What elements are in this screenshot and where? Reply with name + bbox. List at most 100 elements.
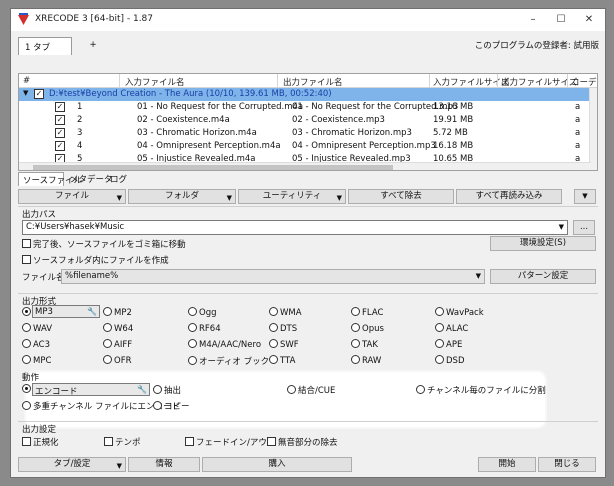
row-checkbox[interactable]: ✓	[55, 115, 65, 125]
format-radio[interactable]: WMA	[269, 307, 302, 318]
pattern-settings-button[interactable]: パターン設定	[490, 269, 596, 284]
create-in-source-checkbox[interactable]: ソースフォルダ内にファイルを作成	[22, 254, 169, 266]
table-row[interactable]: ✓ 1 01 - No Request for the Corrupted.m4…	[19, 101, 591, 114]
format-radio[interactable]: ALAC	[435, 323, 468, 334]
info-button[interactable]: 情報	[128, 457, 200, 472]
row-checkbox[interactable]: ✓	[55, 102, 65, 112]
scrollbar-thumb[interactable]	[33, 165, 393, 170]
format-radio[interactable]: AIFF	[103, 339, 132, 350]
format-radio[interactable]: SWF	[269, 339, 299, 350]
silence-removal-checkbox[interactable]: 無音部分の除去	[267, 436, 338, 448]
browse-button[interactable]: ...	[573, 220, 595, 235]
folder-menu-button[interactable]: フォルダ ▼	[128, 189, 236, 204]
format-radio[interactable]: TTA	[269, 355, 295, 366]
filename-pattern-field[interactable]: %filename% ▼	[61, 269, 485, 284]
radio-extract[interactable]: 抽出	[153, 384, 181, 396]
format-label: RF64	[199, 324, 221, 334]
format-radio[interactable]: MPC	[22, 355, 51, 366]
format-radio[interactable]: オーディオ ブック	[188, 355, 269, 367]
format-radio[interactable]: MP2	[103, 307, 132, 318]
radio-dot	[269, 339, 278, 348]
fade-checkbox[interactable]: フェードイン/アウト	[185, 436, 275, 448]
close-button[interactable]: 閉じる	[538, 457, 596, 472]
format-selected-box[interactable]: MP3 🔧	[32, 305, 100, 318]
table-row[interactable]: ✓ 3 03 - Chromatic Horizon.m4a 03 - Chro…	[19, 127, 591, 140]
format-radio[interactable]: FLAC	[351, 307, 383, 318]
format-radio[interactable]: WavPack	[435, 307, 484, 318]
reload-all-button[interactable]: すべて再読み込み	[456, 189, 562, 204]
add-tab-button[interactable]: +	[83, 37, 103, 55]
tab-settings-button[interactable]: タブ/設定 ▼	[18, 457, 126, 472]
utility-menu-button[interactable]: ユーティリティ ▼	[238, 189, 346, 204]
radio-dot	[22, 307, 31, 316]
minimize-button[interactable]: –	[519, 9, 547, 31]
more-menu-button[interactable]: ▼	[574, 189, 596, 204]
output-path-field[interactable]: C:¥Users¥hasek¥Music ▼	[22, 220, 568, 235]
format-radio[interactable]: M4A/AAC/Nero	[188, 339, 261, 350]
tab-log[interactable]: ログ	[106, 172, 130, 186]
group-checkbox[interactable]: ✓	[34, 89, 44, 99]
tab-1[interactable]: 1 タブ	[18, 37, 72, 55]
row-number: 1	[77, 102, 83, 112]
move-to-trash-checkbox[interactable]: 完了後、ソースファイルをゴミ箱に移動	[22, 238, 186, 250]
vertical-scrollbar[interactable]	[589, 88, 597, 170]
maximize-button[interactable]: ☐	[547, 9, 575, 31]
radio-split-channels[interactable]: チャンネル毎のファイルに分割	[416, 384, 546, 396]
wrench-icon[interactable]: 🔧	[137, 385, 147, 394]
checkbox-box	[22, 239, 31, 248]
col-output-size[interactable]: 出力ファイルサイズ	[501, 76, 577, 88]
file-menu-button[interactable]: ファイル ▼	[18, 189, 126, 204]
col-input-name[interactable]: 入力ファイル名	[125, 76, 185, 88]
normalize-checkbox[interactable]: 正規化	[22, 436, 59, 448]
format-radio[interactable]: TAK	[351, 339, 378, 350]
checkbox-box	[104, 437, 113, 446]
col-codec[interactable]: コーデック	[571, 76, 597, 88]
horizontal-scrollbar[interactable]	[19, 162, 591, 170]
row-input: 05 - Injustice Revealed.m4a	[137, 154, 256, 162]
remove-all-button[interactable]: すべて除去	[348, 189, 454, 204]
radio-join-cue[interactable]: 結合/CUE	[287, 384, 335, 396]
format-radio[interactable]: MP3 🔧	[22, 305, 100, 318]
row-checkbox[interactable]: ✓	[55, 141, 65, 151]
table-row[interactable]: ✓ 2 02 - Coexistence.m4a 02 - Coexistenc…	[19, 114, 591, 127]
format-radio[interactable]: OFR	[103, 355, 132, 366]
env-settings-button[interactable]: 環境設定(S)	[490, 236, 596, 251]
wrench-icon[interactable]: 🔧	[87, 307, 97, 316]
tab-source-files[interactable]: ソースファイル	[18, 172, 82, 186]
format-radio[interactable]: DSD	[435, 355, 465, 366]
col-number[interactable]: #	[23, 76, 30, 86]
row-checkbox[interactable]: ✓	[55, 154, 65, 162]
radio-dot	[351, 339, 360, 348]
radio-dot	[153, 401, 162, 410]
table-row[interactable]: ✓ 4 04 - Omnipresent Perception.m4a 04 -…	[19, 140, 591, 153]
radio-dot	[269, 355, 278, 364]
collapse-arrow-icon[interactable]: ▼	[23, 89, 28, 97]
tempo-checkbox[interactable]: テンポ	[104, 436, 141, 448]
table-row[interactable]: ✓ 5 05 - Injustice Revealed.m4a 05 - Inj…	[19, 153, 591, 162]
format-label: WMA	[280, 308, 302, 318]
radio-dot	[351, 323, 360, 332]
start-button[interactable]: 開始	[478, 457, 536, 472]
encode-selected-box[interactable]: エンコード 🔧	[32, 383, 150, 397]
row-checkbox[interactable]: ✓	[55, 128, 65, 138]
format-radio[interactable]: APE	[435, 339, 462, 350]
format-label: オーディオ ブック	[199, 357, 270, 367]
format-radio[interactable]: WAV	[22, 323, 52, 334]
format-label: AC3	[33, 340, 51, 350]
file-list[interactable]: # 入力ファイル名 出力ファイル名 入力ファイルサイズ 出力ファイルサイズ コー…	[18, 73, 598, 171]
purchase-button[interactable]: 購入	[202, 457, 352, 472]
group-row[interactable]: ▼ ✓ D:¥test¥Beyond Creation - The Aura (…	[19, 88, 591, 101]
format-radio[interactable]: W64	[103, 323, 133, 334]
dropdown-arrow-icon: ▼	[116, 194, 122, 202]
format-radio[interactable]: DTS	[269, 323, 297, 334]
format-radio[interactable]: Opus	[351, 323, 384, 334]
format-radio[interactable]: AC3	[22, 339, 50, 350]
format-radio[interactable]: RAW	[351, 355, 381, 366]
tab-metadata[interactable]: メタデータ	[66, 172, 113, 186]
dropdown-arrow-icon: ▼	[475, 272, 481, 280]
format-radio[interactable]: RF64	[188, 323, 221, 334]
close-window-button[interactable]: ✕	[575, 9, 603, 31]
col-output-name[interactable]: 出力ファイル名	[283, 76, 343, 88]
format-radio[interactable]: Ogg	[188, 307, 216, 318]
radio-copy[interactable]: コピー	[153, 400, 190, 412]
